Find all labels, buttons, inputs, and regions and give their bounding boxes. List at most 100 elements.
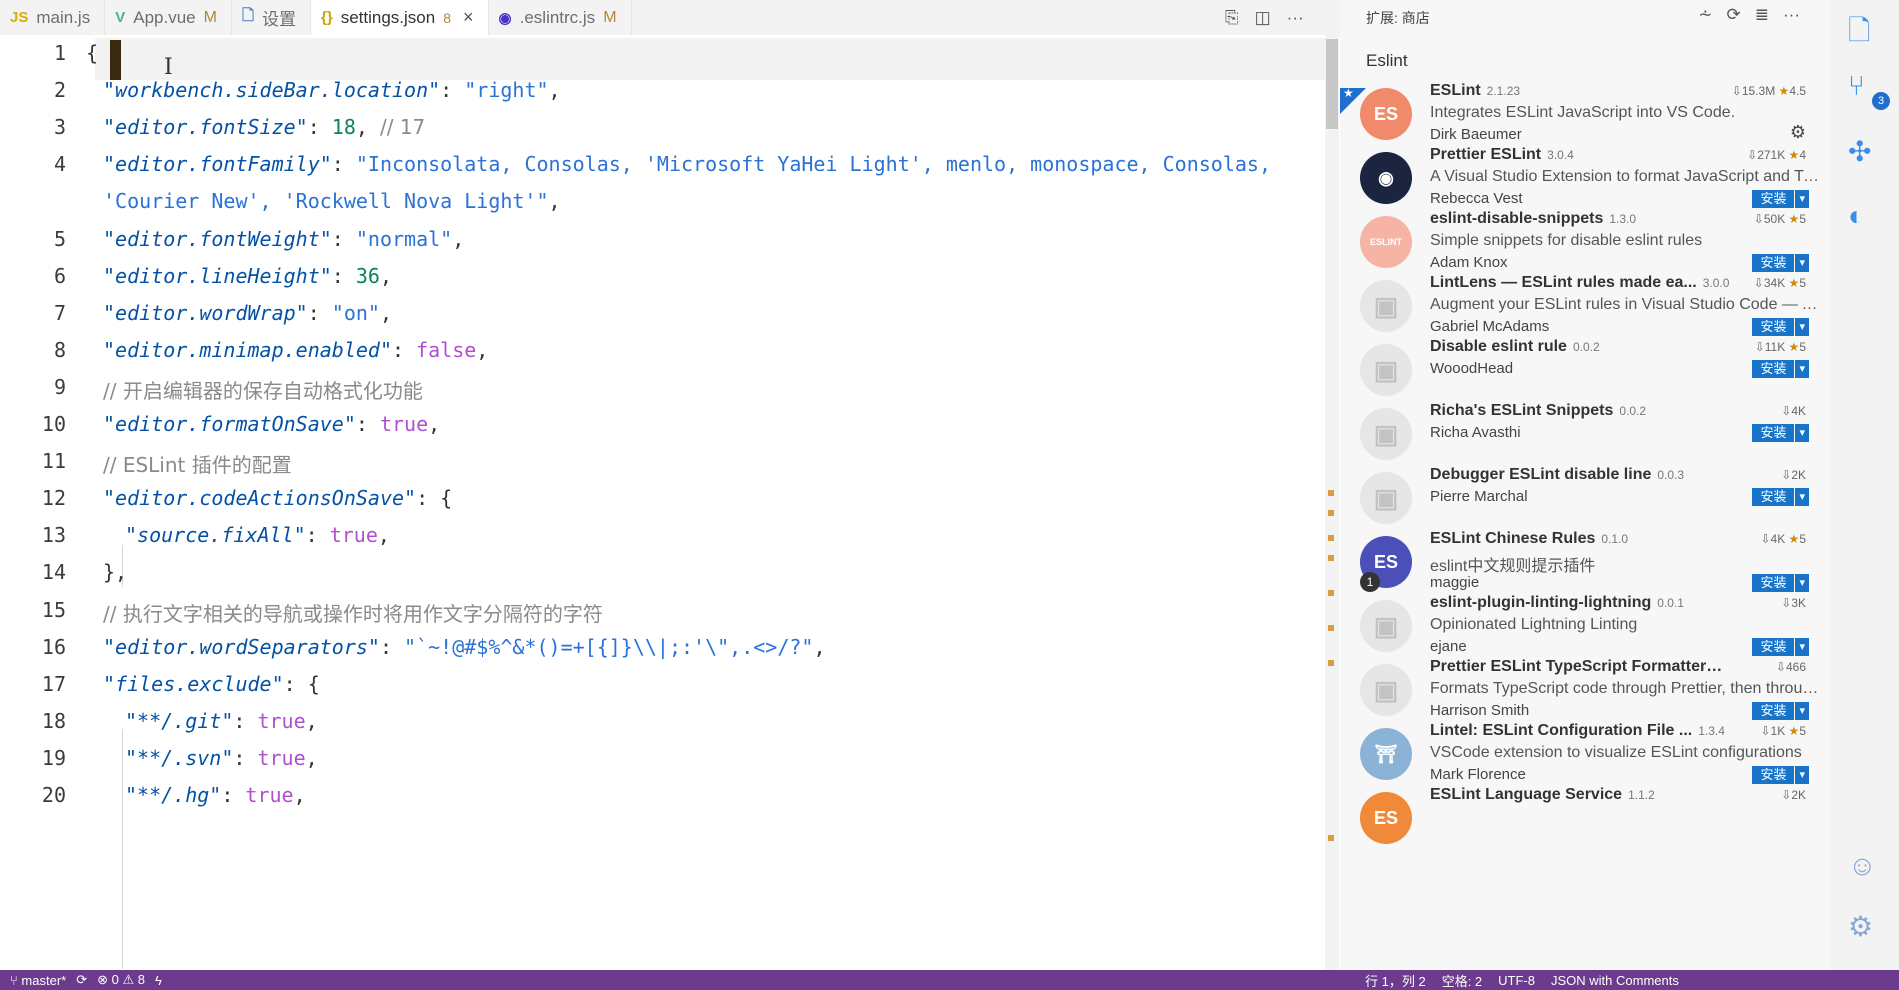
extension-publisher: Adam Knox — [1430, 254, 1508, 271]
extension-publisher: maggie — [1430, 574, 1480, 591]
token-punc: : — [221, 783, 246, 807]
file-icon: 🗋 — [241, 7, 255, 24]
install-button-group: 安装 ▾ — [1752, 360, 1809, 378]
line-number: 7 — [53, 300, 66, 325]
extension-title: eslint-plugin-linting-lightning — [1430, 594, 1652, 611]
line-number: 8 — [53, 337, 66, 362]
extension-item[interactable]: ES ESLint Language Service 1.1.2 ⇩2K — [1340, 782, 1830, 860]
token-key: "editor.fontWeight" — [103, 226, 332, 251]
overview-ruler-mark — [1328, 835, 1334, 841]
extension-description: Integrates ESLint JavaScript into VS Cod… — [1430, 104, 1736, 121]
explorer-icon[interactable]: 🗋 — [1848, 10, 1871, 58]
status-bar: ⑂ master* ⟳ ⊗ 0 ⚠ 8 ϟ 行 1，列 2 空格: 2 UTF-… — [0, 970, 1899, 990]
token-punc: , — [377, 523, 390, 548]
edge-devtools-icon[interactable]: ◐ — [1848, 200, 1865, 232]
source-control-icon[interactable]: ⑂ — [1848, 70, 1865, 102]
token-punc: : — [305, 523, 330, 548]
encoding[interactable]: UTF-8 — [1498, 973, 1535, 988]
split-editor-icon[interactable]: ◫ — [1255, 8, 1271, 28]
tab-2[interactable]: 🗋 设置 — [232, 0, 312, 35]
tab-3[interactable]: {} settings.json 8 × — [311, 0, 489, 35]
sync-icon[interactable]: ⟳ — [76, 972, 87, 988]
refresh-icon[interactable]: ⟳ — [1727, 5, 1741, 25]
install-button[interactable]: 安装 — [1752, 488, 1795, 506]
extension-version: 1.3.4 — [1698, 724, 1725, 738]
extension-stats: ⇩4K ★5 — [1760, 532, 1806, 546]
extension-name: Prettier ESLint 3.0.4 — [1430, 146, 1574, 164]
extension-badge: 1 — [1360, 572, 1380, 592]
extension-description: Formats TypeScript code through Prettier… — [1430, 680, 1820, 697]
install-button[interactable]: 安装 — [1752, 360, 1795, 378]
token-cmt: // 执行文字相关的导航或操作时将用作文字分隔符的字符 — [103, 601, 603, 626]
code-line: 'Courier New', 'Rockwell Nova Light'", — [103, 189, 561, 213]
line-number: 10 — [41, 412, 66, 436]
editor-scrollbar-thumb[interactable] — [1326, 39, 1338, 129]
editor-actions: ⎘ ◫ ··· — [1225, 0, 1304, 35]
extension-publisher: Gabriel McAdams — [1430, 318, 1550, 335]
download-icon: ⇩ — [1781, 788, 1792, 802]
token-key: "editor.minimap.enabled" — [103, 337, 392, 362]
download-icon: ⇩ — [1760, 532, 1771, 546]
install-dropdown-icon[interactable]: ▾ — [1795, 488, 1809, 506]
placeholder-extension-icon: ▣ — [1360, 472, 1412, 524]
extension-stats: ⇩271K ★4 — [1747, 148, 1806, 162]
install-dropdown-icon[interactable]: ▾ — [1795, 424, 1809, 442]
install-dropdown-icon[interactable]: ▾ — [1795, 360, 1809, 378]
download-icon: ⇩ — [1753, 212, 1764, 226]
language-mode[interactable]: JSON with Comments — [1551, 973, 1679, 988]
branch-status[interactable]: ⑂ master* — [10, 973, 66, 988]
more-actions-icon[interactable]: ··· — [1287, 8, 1304, 28]
token-bool: true — [245, 783, 294, 807]
clear-results-icon[interactable]: ≣ — [1755, 5, 1769, 25]
line-number: 20 — [41, 783, 66, 807]
extension-description: Augment your ESLint rules in Visual Stud… — [1430, 296, 1820, 313]
token-punc: , — [813, 634, 826, 659]
token-punc: , — [379, 263, 393, 288]
activity-bar: 🗋 ⑂ 3 ✣ ◐ ☺ ⚙ — [1830, 0, 1899, 970]
lintel-logo-icon: ⛩ — [1360, 728, 1412, 780]
line-number: 2 — [53, 78, 66, 103]
install-button[interactable]: 安装 — [1752, 424, 1795, 442]
prettier-eslint-logo-icon: ◉ — [1360, 152, 1412, 204]
token-punc: , — [293, 783, 306, 807]
extension-publisher: Pierre Marchal — [1430, 488, 1528, 505]
token-key: "**/.git" — [125, 708, 234, 733]
rating-value: 5 — [1799, 532, 1806, 546]
download-count: 1K — [1770, 724, 1786, 738]
tab-label: 设置 — [262, 10, 297, 29]
code-editor[interactable]: I 1 2 3 4 5 6 7 8 9 10 11 12 13 14 15 16 17 18 19 20 {"work… — [0, 35, 1340, 970]
tab-label: settings.json — [340, 7, 436, 27]
download-count: 2K — [1791, 468, 1806, 482]
more-icon[interactable]: ··· — [1783, 5, 1800, 25]
extension-description: Simple snippets for disable eslint rules — [1430, 232, 1703, 249]
code-line: "editor.fontWeight": "normal", — [103, 227, 464, 251]
indentation[interactable]: 空格: 2 — [1442, 971, 1482, 990]
manage-gear-icon[interactable]: ⚙ — [1790, 122, 1806, 143]
tab-4[interactable]: ◉ .eslintrc.js M — [489, 0, 632, 35]
cursor-position[interactable]: 行 1，列 2 — [1365, 971, 1426, 990]
close-tab-icon[interactable]: × — [463, 7, 474, 28]
tab-1[interactable]: V App.vue M — [105, 0, 232, 35]
token-punc: : — [307, 115, 332, 140]
editor-scrollbar[interactable] — [1325, 35, 1339, 970]
branch-name: master* — [21, 972, 67, 988]
filter-icon[interactable]: ⩪ — [1698, 5, 1712, 25]
problems-status[interactable]: ⊗ 0 ⚠ 8 — [97, 972, 145, 988]
code-line: "**/.svn": true, — [125, 746, 318, 770]
account-icon[interactable]: ☺ — [1848, 850, 1877, 882]
extension-version: 0.0.2 — [1619, 404, 1647, 418]
extensions-icon[interactable]: ✣ — [1848, 135, 1871, 168]
open-preview-icon[interactable]: ⎘ — [1225, 8, 1239, 28]
extension-search-input[interactable] — [1366, 48, 1806, 74]
tab-0[interactable]: JS main.js — [0, 0, 106, 35]
rating-value: 5 — [1799, 724, 1806, 738]
current-line-highlight — [95, 38, 1325, 80]
extension-version: 0.0.2 — [1572, 340, 1600, 354]
extension-name: eslint-plugin-linting-lightning 0.0.1 — [1430, 594, 1684, 612]
extension-title: LintLens — ESLint rules made ea... — [1430, 274, 1697, 291]
token-punc: : { — [416, 486, 453, 511]
settings-gear-icon[interactable]: ⚙ — [1848, 910, 1873, 943]
overview-ruler-mark — [1328, 510, 1334, 516]
token-key: "source.fixAll" — [125, 523, 306, 548]
lightning-icon[interactable]: ϟ — [155, 973, 162, 988]
